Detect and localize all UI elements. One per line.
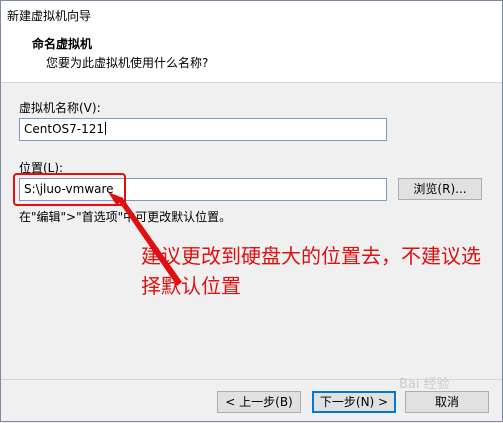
new-vm-wizard-window: 新建虚拟机向导 命名虚拟机 您要为此虚拟机使用什么名称? 虚拟机名称(V): C…	[0, 0, 503, 422]
annotation-text: 建议更改到硬盘大的位置去，不建议选择默认位置	[141, 244, 481, 298]
next-button[interactable]: 下一步(N) >	[312, 391, 396, 413]
cancel-button[interactable]: 取消	[405, 391, 489, 413]
watermark: Bai 经验	[399, 377, 450, 392]
annotation-arrow	[108, 192, 182, 286]
back-button[interactable]: < 上一步(B)	[217, 391, 301, 413]
